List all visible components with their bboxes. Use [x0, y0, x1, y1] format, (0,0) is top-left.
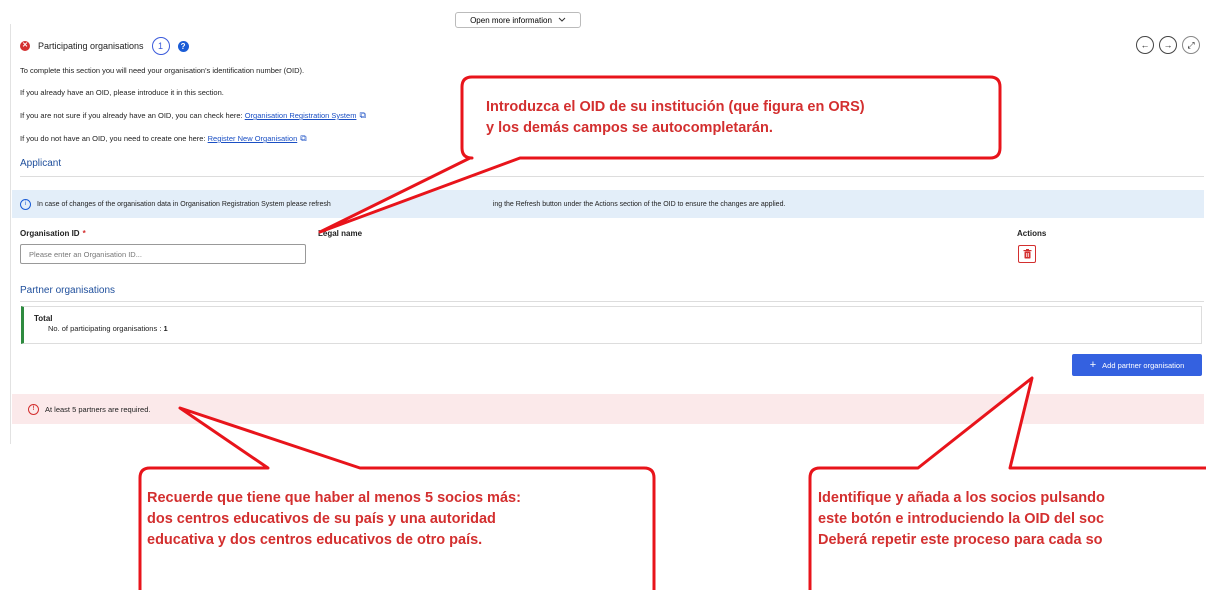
organisation-id-label: Organisation ID *: [20, 229, 86, 238]
info-banner-text-end: ing the Refresh button under the Actions…: [492, 200, 786, 208]
intro-line-oid: To complete this section you will need y…: [20, 66, 305, 75]
error-icon: ✕: [20, 41, 30, 51]
open-more-information-button[interactable]: Open more information: [455, 12, 581, 28]
warning-icon: !: [28, 403, 39, 415]
ors-link[interactable]: Organisation Registration System: [245, 111, 357, 120]
applicant-divider: [20, 176, 1204, 177]
actions-label: Actions: [1017, 229, 1047, 238]
expand-section-button[interactable]: ⤢: [1182, 36, 1200, 54]
section-header: ✕ Participating organisations 1 ?: [20, 37, 189, 55]
expand-icon: ⤢: [1187, 39, 1195, 50]
add-partner-organisation-button[interactable]: + Add partner organisation: [1072, 354, 1202, 376]
external-link-icon: ⧉: [300, 133, 307, 143]
info-icon: i: [20, 198, 31, 210]
next-section-button[interactable]: →: [1159, 36, 1177, 54]
participants-count-badge: 1: [151, 37, 170, 55]
partners-error-text: At least 5 partners are required.: [45, 404, 151, 414]
external-link-icon: ⧉: [359, 110, 366, 120]
previous-section-button[interactable]: ←: [1136, 36, 1154, 54]
callout-text-partners: Recuerde que tiene que haber al menos 5 …: [147, 490, 521, 548]
partner-organisations-title: Partner organisations: [20, 285, 116, 296]
applicant-title: Applicant: [20, 158, 62, 169]
total-title: Total: [34, 314, 53, 323]
intro-check-text: If you are not sure if you already have …: [20, 111, 245, 120]
delete-applicant-button[interactable]: [1018, 245, 1036, 263]
intro-register-text: If you do not have an OID, you need to c…: [20, 134, 208, 143]
intro-line-register: If you do not have an OID, you need to c…: [20, 133, 307, 144]
chevron-down-icon: [558, 16, 566, 25]
open-more-label: Open more information: [470, 15, 552, 25]
add-partner-label: Add partner organisation: [1102, 360, 1185, 370]
required-mark: *: [82, 229, 86, 238]
total-participants-label: No. of participating organisations :: [48, 324, 164, 333]
plus-icon: +: [1089, 359, 1097, 371]
question-icon[interactable]: ?: [177, 40, 189, 52]
arrow-left-icon: ←: [1140, 40, 1150, 50]
page-frame: [10, 24, 11, 444]
trash-icon: [1023, 247, 1032, 262]
section-title: Participating organisations: [38, 41, 144, 51]
applicant-info-banner: i In case of changes of the organisation…: [12, 190, 1204, 218]
organisation-id-input[interactable]: [20, 244, 306, 264]
register-organisation-link[interactable]: Register New Organisation: [208, 134, 298, 143]
legal-name-label: Legal name: [318, 229, 363, 238]
info-banner-text: In case of changes of the organisation d…: [37, 200, 331, 208]
intro-line-have-oid: If you already have an OID, please intro…: [20, 88, 224, 97]
callout-text-oid: Introduzca el OID de su institución (que…: [486, 99, 865, 136]
intro-line-check: If you are not sure if you already have …: [20, 110, 366, 121]
organisation-id-label-text: Organisation ID: [20, 229, 80, 238]
partners-divider: [20, 301, 1204, 302]
total-participants-value: 1: [163, 324, 168, 333]
arrow-right-icon: →: [1163, 40, 1173, 50]
partners-error-banner: ! At least 5 partners are required.: [12, 394, 1204, 424]
total-box: [21, 306, 1202, 344]
total-participants-text: No. of participating organisations : 1: [48, 324, 168, 333]
callout-text-add: Identifique y añada a los socios pulsand…: [818, 490, 1105, 548]
